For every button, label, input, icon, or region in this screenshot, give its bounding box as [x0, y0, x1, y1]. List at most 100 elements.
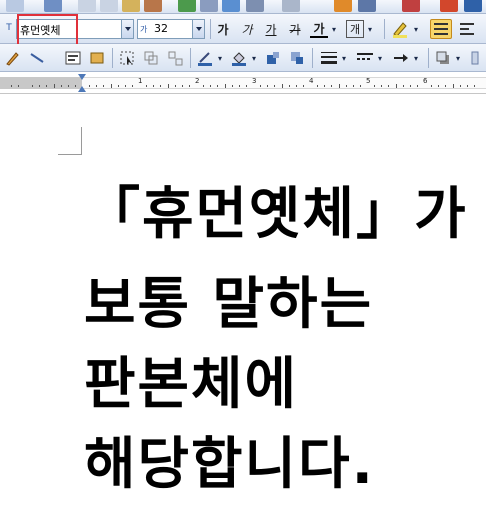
document-line[interactable]: 판본체에 [84, 353, 298, 417]
separator [384, 19, 385, 39]
ruler-tick [374, 85, 375, 87]
chevron-down-icon[interactable]: ▾ [366, 20, 374, 38]
ruler-tick [32, 85, 33, 87]
ruler-tick [153, 85, 154, 87]
underline-button[interactable]: 가 [262, 20, 280, 38]
ruler-tick [182, 85, 183, 87]
settings-icon[interactable] [464, 0, 482, 12]
group-icon[interactable] [142, 49, 160, 67]
font-size-combo[interactable]: 가 32 [137, 19, 205, 39]
line-color-icon[interactable] [196, 49, 214, 67]
ruler-tick [460, 85, 461, 87]
line-style-icon[interactable] [356, 49, 374, 67]
char-shape-button[interactable]: 개 [346, 20, 364, 38]
shape-icon[interactable] [88, 49, 106, 67]
ruler-tick [417, 85, 418, 87]
chevron-down-icon[interactable]: ▾ [412, 20, 420, 38]
separator [190, 48, 191, 68]
bring-front-icon[interactable] [264, 49, 282, 67]
ruler-tick [303, 85, 304, 87]
ruler-margin [0, 77, 82, 89]
ruler-tick [189, 85, 190, 87]
draw-icon[interactable] [282, 0, 300, 12]
document-line[interactable]: 「휴먼옛체」가 [84, 183, 468, 247]
ruler-tick [431, 85, 432, 87]
ruler-tick [11, 85, 12, 87]
underline-style-button[interactable]: 가 [310, 20, 328, 38]
chevron-down-icon[interactable]: ▾ [376, 49, 384, 67]
first-line-indent-marker[interactable] [78, 74, 86, 80]
formula-icon[interactable] [402, 0, 420, 12]
ruler-tick [68, 85, 69, 87]
special-char-icon[interactable] [440, 0, 458, 12]
text-box-icon[interactable] [64, 49, 82, 67]
bold-button[interactable]: 가 [214, 20, 232, 38]
ruler-label: 4 [309, 77, 314, 85]
more-icon[interactable] [468, 49, 482, 67]
chart-icon[interactable] [334, 0, 352, 12]
document-page[interactable]: 「휴먼옛체」가 보통 말하는 판본체에 해당합니다. [0, 95, 486, 510]
chevron-down-icon[interactable]: ▾ [340, 49, 348, 67]
ruler-tick [474, 85, 475, 87]
highlighter-icon[interactable] [390, 19, 410, 39]
copy-icon[interactable] [100, 0, 118, 12]
spell-check-icon[interactable] [178, 0, 196, 12]
chevron-down-icon[interactable]: ▾ [330, 20, 338, 38]
ruler-tick [331, 85, 332, 87]
pen-icon[interactable] [4, 49, 22, 67]
justify-align-button[interactable] [430, 19, 452, 39]
send-back-icon[interactable] [288, 49, 306, 67]
cut-icon[interactable] [78, 0, 96, 12]
ruler-tick [453, 84, 454, 88]
chevron-down-icon[interactable]: ▾ [454, 49, 462, 67]
table-icon[interactable] [246, 0, 264, 12]
grid-icon[interactable] [358, 0, 376, 12]
arrow-style-icon[interactable] [392, 49, 410, 67]
font-name-combo[interactable]: 휴먼옛체 [16, 19, 134, 39]
chevron-down-icon[interactable] [192, 20, 204, 38]
ruler-tick [282, 84, 283, 88]
document-line[interactable]: 보통 말하는 [84, 273, 373, 337]
ruler-tick [54, 84, 55, 88]
paste-icon[interactable] [122, 0, 140, 12]
find-icon[interactable] [44, 0, 62, 12]
fill-color-icon[interactable] [230, 49, 248, 67]
toolbar-top-strip [0, 0, 486, 14]
document-line[interactable]: 해당합니다. [84, 433, 375, 497]
select-object-icon[interactable] [118, 49, 136, 67]
align-left-button[interactable] [456, 19, 478, 39]
connector-icon[interactable] [28, 49, 46, 67]
chevron-down-icon[interactable]: ▾ [412, 49, 420, 67]
stamp-icon[interactable] [144, 0, 162, 12]
chevron-down-icon[interactable]: ▾ [216, 49, 224, 67]
italic-button[interactable]: 가 [238, 20, 256, 38]
ruler-tick [388, 85, 389, 87]
left-indent-marker[interactable] [78, 86, 86, 92]
align-icon[interactable] [200, 0, 218, 12]
ruler-tick [118, 85, 119, 87]
image-icon[interactable] [222, 0, 240, 12]
ruler-tick [225, 84, 226, 88]
strikethrough-button[interactable]: 가 [286, 20, 304, 38]
ungroup-icon[interactable] [166, 49, 184, 67]
ruler-tick [317, 85, 318, 87]
ruler-tick [360, 85, 361, 87]
horizontal-ruler[interactable]: 1 2 3 4 5 6 [0, 72, 486, 94]
font-name-value: 휴먼옛체 [20, 24, 61, 37]
ruler-tick [75, 85, 76, 87]
ruler-tick [132, 85, 133, 87]
chevron-down-icon[interactable] [121, 20, 133, 38]
ruler-tick [232, 85, 233, 87]
separator [210, 19, 211, 39]
formatting-toolbar: T 휴먼옛체 가 32 가 가 가 가 가 ▾ 개 ▾ ▾ [0, 14, 486, 44]
ruler-tick [246, 85, 247, 87]
ruler-tick [260, 85, 261, 87]
font-type-icon: T [6, 23, 12, 33]
drawing-toolbar: ▾ ▾ ▾ ▾ ▾ ▾ [0, 44, 486, 72]
chevron-down-icon[interactable]: ▾ [250, 49, 258, 67]
ruler-tick [467, 85, 468, 87]
undo-icon[interactable] [6, 0, 24, 12]
separator [112, 48, 113, 68]
shadow-icon[interactable] [434, 49, 452, 67]
line-weight-icon[interactable] [320, 49, 338, 67]
